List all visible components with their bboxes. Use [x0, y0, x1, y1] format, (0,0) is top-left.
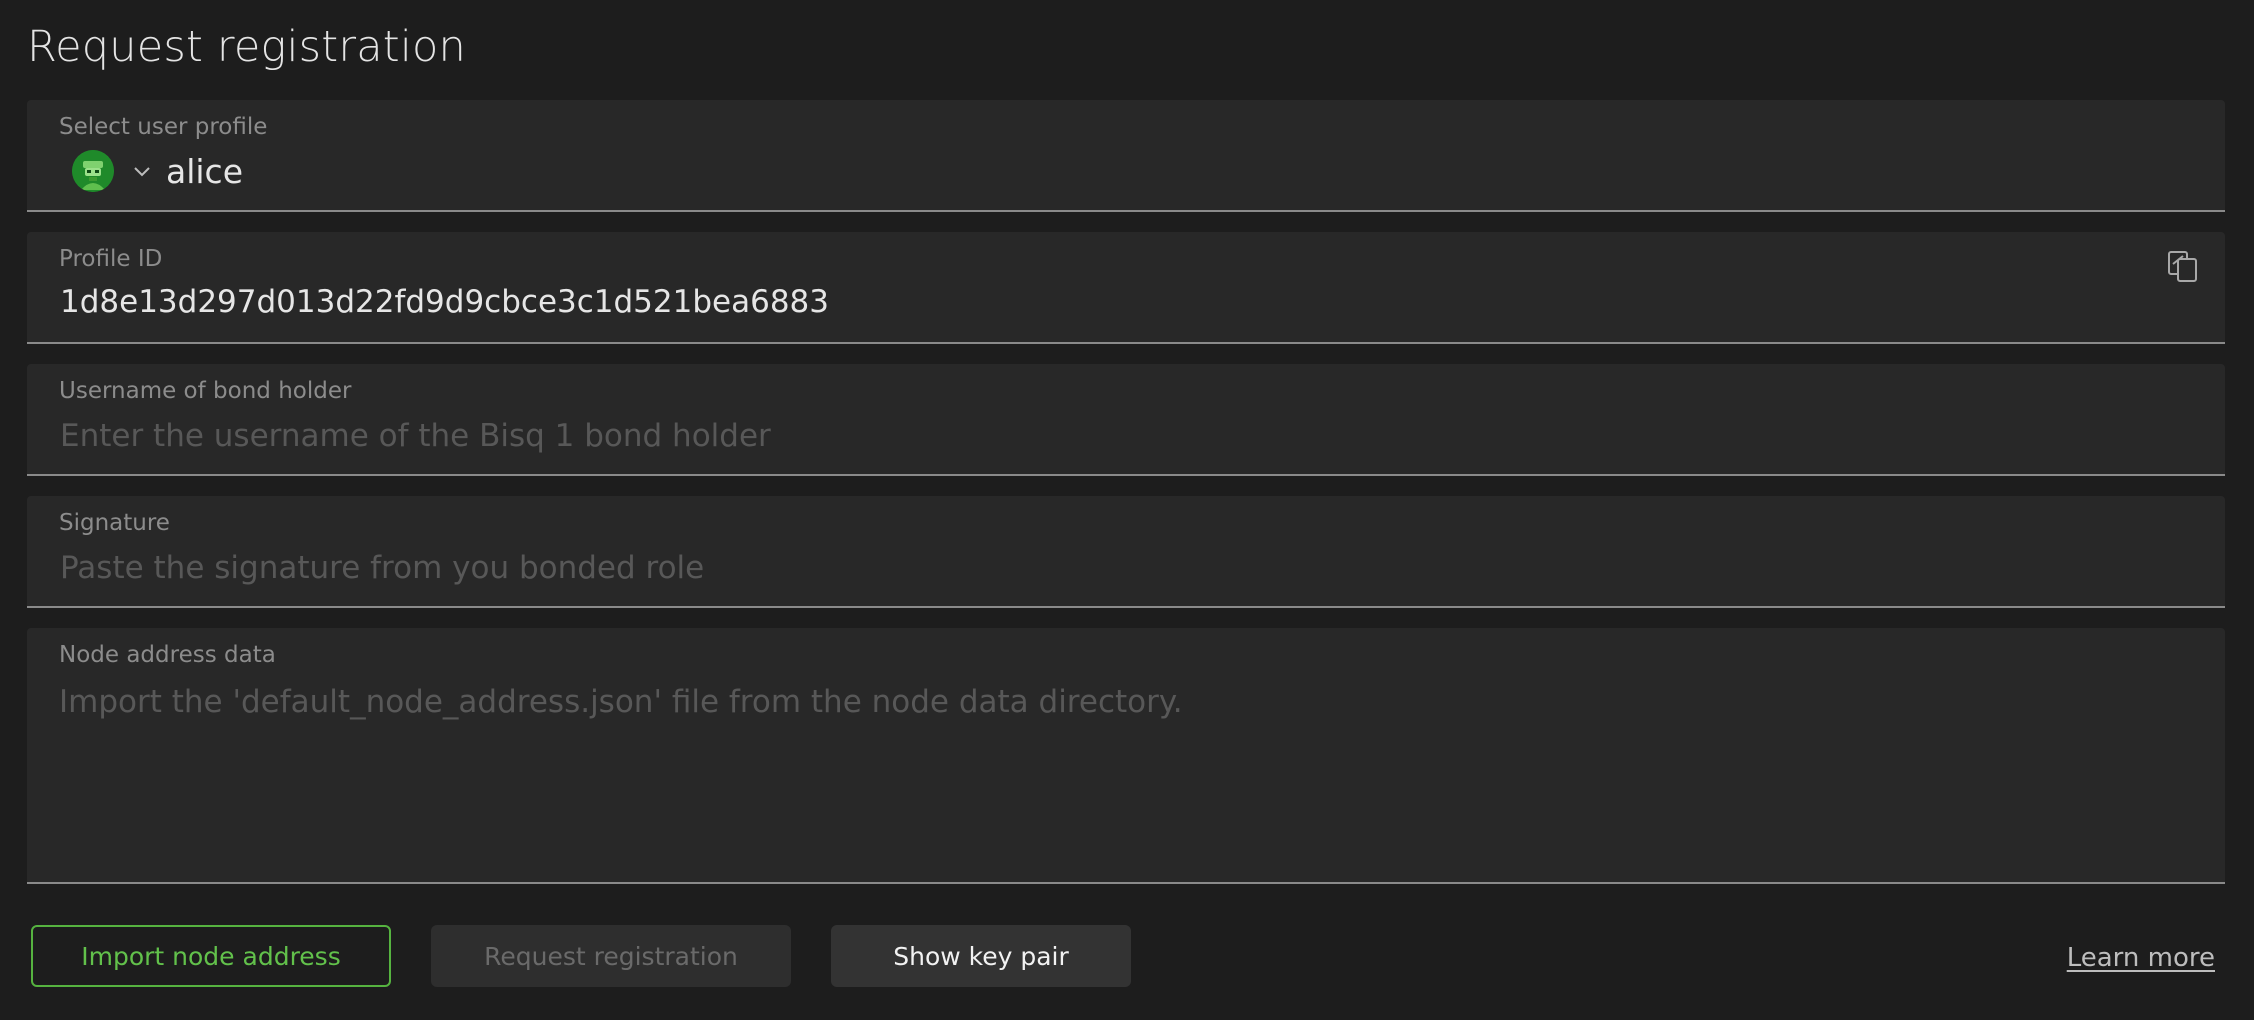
- profile-select-value[interactable]: alice: [166, 152, 243, 191]
- copy-icon[interactable]: [2165, 248, 2201, 284]
- node-address-textarea[interactable]: [59, 684, 2179, 864]
- profile-id-label: Profile ID: [59, 246, 163, 272]
- show-key-pair-button[interactable]: Show key pair: [831, 925, 1131, 987]
- node-address-field[interactable]: Node address data: [27, 628, 2225, 884]
- profile-id-value: 1d8e13d297d013d22fd9d9cbce3c1d521bea6883: [60, 284, 829, 320]
- request-registration-button[interactable]: Request registration: [431, 925, 791, 987]
- robot-avatar-icon: [72, 150, 114, 192]
- signature-label: Signature: [59, 510, 170, 536]
- import-node-address-button[interactable]: Import node address: [31, 925, 391, 987]
- profile-select-label: Select user profile: [59, 114, 268, 140]
- request-registration-view: Request registration Select user profile…: [0, 0, 2254, 1020]
- page-title: Request registration: [27, 22, 466, 72]
- node-address-label: Node address data: [59, 642, 276, 668]
- signature-input[interactable]: [60, 548, 2160, 588]
- signature-field[interactable]: Signature: [27, 496, 2225, 608]
- profile-select-field[interactable]: Select user profile alice: [27, 100, 2225, 212]
- learn-more-link[interactable]: Learn more: [2067, 943, 2215, 973]
- bond-holder-field[interactable]: Username of bond holder: [27, 364, 2225, 476]
- chevron-down-icon[interactable]: [131, 160, 153, 182]
- bond-holder-input[interactable]: [60, 416, 2160, 456]
- profile-id-field: Profile ID 1d8e13d297d013d22fd9d9cbce3c1…: [27, 232, 2225, 344]
- bond-holder-label: Username of bond holder: [59, 378, 352, 404]
